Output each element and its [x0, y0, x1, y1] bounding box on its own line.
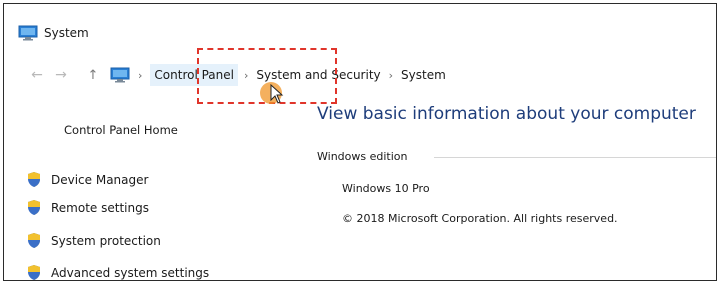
- control-panel-home-link[interactable]: Control Panel Home: [64, 123, 178, 137]
- copyright-text: © 2018 Microsoft Corporation. All rights…: [342, 212, 618, 225]
- breadcrumb-separator[interactable]: ›: [389, 69, 393, 82]
- breadcrumb-separator: ›: [138, 68, 143, 82]
- window-title: System: [44, 26, 89, 40]
- task-label: Remote settings: [51, 200, 149, 215]
- forward-arrow-icon[interactable]: →: [52, 67, 70, 83]
- task-label: System protection: [51, 233, 161, 248]
- task-remote-settings[interactable]: Remote settings: [26, 199, 149, 216]
- section-heading-windows-edition: Windows edition: [317, 150, 408, 163]
- up-arrow-icon[interactable]: ↑: [84, 68, 102, 83]
- task-label: Device Manager: [51, 172, 149, 187]
- task-system-protection[interactable]: System protection: [26, 232, 161, 249]
- system-window: System ← → ↑ › Control Panel › System an…: [3, 3, 717, 281]
- windows-edition-value: Windows 10 Pro: [342, 182, 430, 195]
- uac-shield-icon: [26, 232, 42, 249]
- section-divider: [434, 157, 716, 158]
- back-arrow-icon[interactable]: ←: [28, 67, 46, 83]
- breadcrumb-separator[interactable]: ›: [244, 69, 248, 82]
- mouse-cursor-icon: [270, 83, 284, 108]
- uac-shield-icon: [26, 264, 42, 280]
- uac-shield-icon: [26, 171, 42, 188]
- task-advanced-system-settings[interactable]: Advanced system settings: [26, 264, 210, 280]
- task-label: Advanced system settings: [51, 265, 210, 280]
- computer-monitor-icon: [110, 67, 130, 83]
- computer-monitor-icon: [18, 25, 38, 41]
- address-bar: ← → ↑ › Control Panel › System and Secur…: [28, 62, 448, 88]
- breadcrumb-system[interactable]: System: [399, 65, 448, 85]
- uac-shield-icon: [26, 199, 42, 216]
- title-bar: System: [18, 22, 89, 44]
- breadcrumb-control-panel[interactable]: Control Panel: [150, 64, 238, 86]
- page-title: View basic information about your comput…: [317, 104, 696, 124]
- task-device-manager[interactable]: Device Manager: [26, 171, 148, 188]
